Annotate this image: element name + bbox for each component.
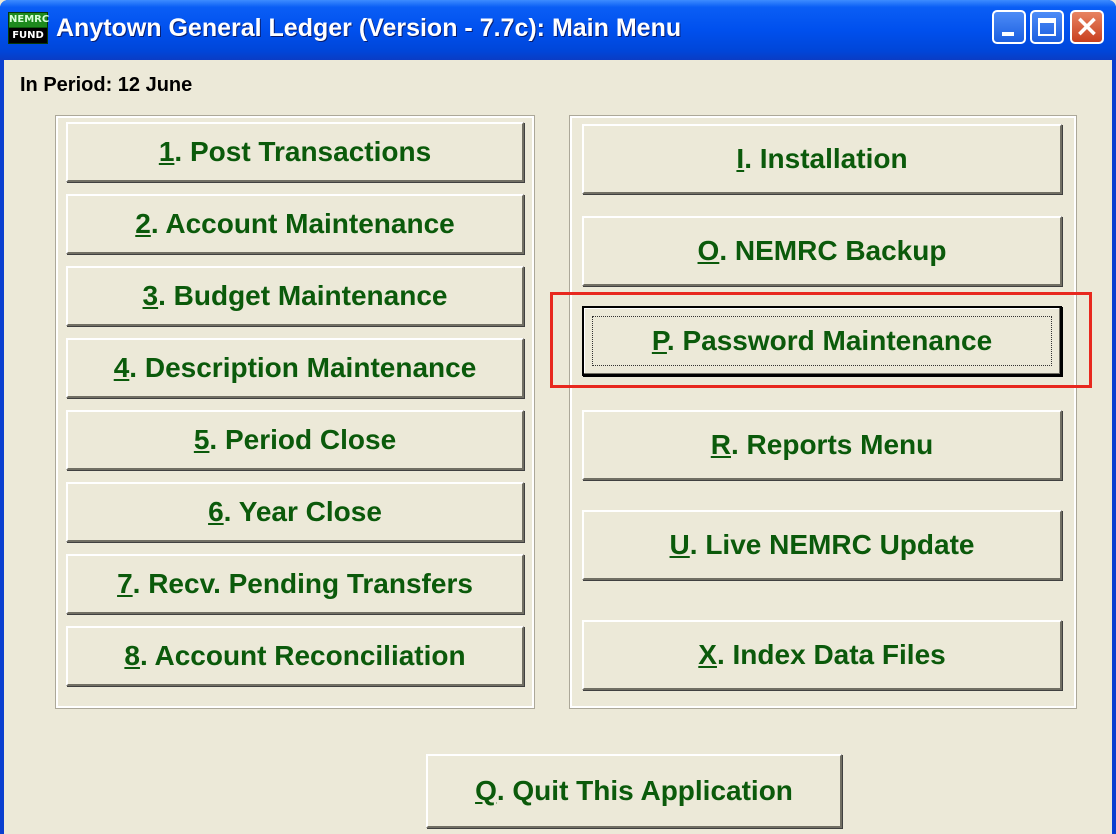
live-nemrc-update-button[interactable]: U. Live NEMRC Update xyxy=(582,510,1062,580)
button-label: . Description Maintenance xyxy=(129,352,477,383)
description-maintenance-button[interactable]: 4. Description Maintenance xyxy=(66,338,524,398)
window-title: Anytown General Ledger (Version - 7.7c):… xyxy=(56,14,682,42)
hotkey: 2 xyxy=(135,208,151,239)
main-menu-client-area: In Period: 12 June 1. Post Transactions … xyxy=(4,60,1112,834)
button-label: . Live NEMRC Update xyxy=(689,529,975,560)
highlight-box xyxy=(550,292,1092,388)
period-status: In Period: 12 June xyxy=(20,74,193,96)
app-icon-top-label: NEMRC xyxy=(9,13,50,27)
hotkey: Q xyxy=(475,775,497,806)
button-label: . NEMRC Backup xyxy=(719,235,947,266)
period-close-button[interactable]: 5. Period Close xyxy=(66,410,524,470)
close-icon: × xyxy=(1074,9,1100,44)
minimize-icon xyxy=(1002,32,1014,36)
button-label: . Year Close xyxy=(223,496,382,527)
account-reconciliation-button[interactable]: 8. Account Reconciliation xyxy=(66,626,524,686)
button-label: . Account Reconciliation xyxy=(139,640,466,671)
minimize-button[interactable] xyxy=(992,10,1026,44)
nemrc-backup-button[interactable]: O. NEMRC Backup xyxy=(582,216,1062,286)
button-label: . Quit This Application xyxy=(496,775,793,806)
hotkey: 1 xyxy=(158,136,175,167)
hotkey: 5 xyxy=(193,424,210,455)
hotkey: X xyxy=(698,639,717,670)
title-bar[interactable]: NEMRC FUND Anytown General Ledger (Versi… xyxy=(0,0,1116,60)
index-data-files-button[interactable]: X. Index Data Files xyxy=(582,620,1062,690)
nemrc-fund-app-icon[interactable]: NEMRC FUND xyxy=(8,12,50,44)
year-close-button[interactable]: 6. Year Close xyxy=(66,482,524,542)
hotkey: O xyxy=(697,235,720,266)
button-label: . Post Transactions xyxy=(174,136,432,167)
maximize-icon xyxy=(1038,18,1056,36)
reports-menu-button[interactable]: R. Reports Menu xyxy=(582,410,1062,480)
button-label: . Recv. Pending Transfers xyxy=(132,568,473,599)
post-transactions-button[interactable]: 1. Post Transactions xyxy=(66,122,524,182)
button-label: . Index Data Files xyxy=(716,639,946,670)
hotkey: U xyxy=(669,529,690,560)
hotkey: 7 xyxy=(117,568,133,599)
button-label: . Reports Menu xyxy=(731,429,934,460)
button-label: . Budget Maintenance xyxy=(158,280,448,311)
account-maintenance-button[interactable]: 2. Account Maintenance xyxy=(66,194,524,254)
maximize-button[interactable] xyxy=(1030,10,1064,44)
recv-pending-transfers-button[interactable]: 7. Recv. Pending Transfers xyxy=(66,554,524,614)
installation-button[interactable]: I. Installation xyxy=(582,124,1062,194)
button-label: . Account Maintenance xyxy=(150,208,455,239)
app-icon-bottom-label: FUND xyxy=(9,28,47,43)
hotkey: R xyxy=(710,429,731,460)
quit-application-button[interactable]: Q. Quit This Application xyxy=(426,754,842,828)
close-button[interactable]: × xyxy=(1070,10,1104,44)
button-label: . Installation xyxy=(744,143,908,174)
button-label: . Period Close xyxy=(209,424,397,455)
hotkey: 8 xyxy=(124,640,140,671)
budget-maintenance-button[interactable]: 3. Budget Maintenance xyxy=(66,266,524,326)
app-window: NEMRC FUND Anytown General Ledger (Versi… xyxy=(0,0,1116,834)
hotkey: 6 xyxy=(208,496,224,527)
hotkey: 4 xyxy=(113,352,130,383)
hotkey: 3 xyxy=(142,280,159,311)
